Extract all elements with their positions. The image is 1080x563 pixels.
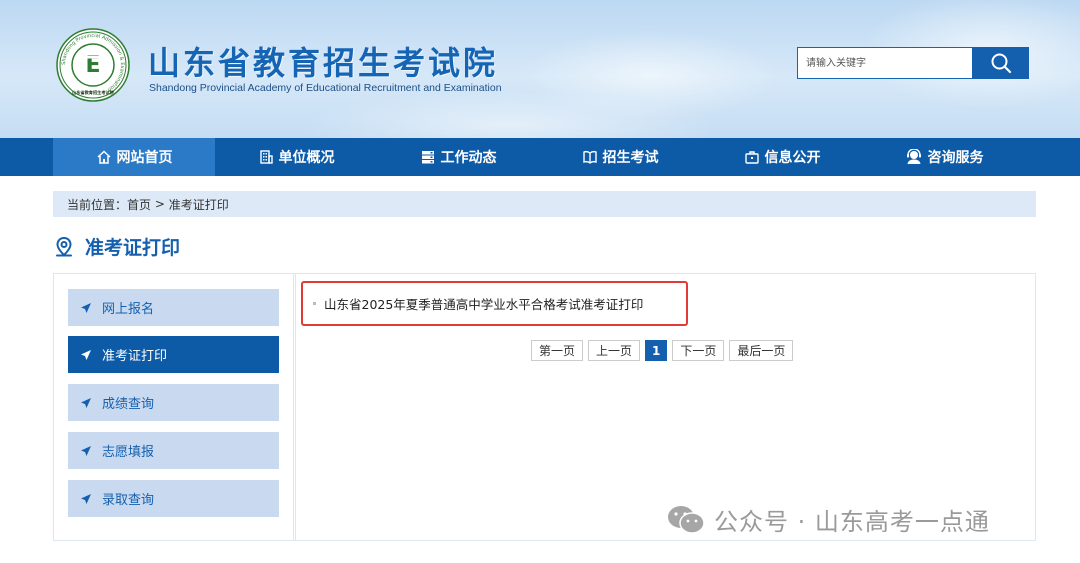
building-icon xyxy=(259,150,273,164)
book-icon xyxy=(582,151,597,164)
sidebar-item-scores[interactable]: 成绩查询 xyxy=(68,384,279,421)
wechat-icon xyxy=(668,505,705,534)
sidebar-item-admission-ticket[interactable]: 准考证打印 xyxy=(68,336,279,373)
nav-item-consult[interactable]: 咨询服务 xyxy=(863,138,1025,176)
navigation-arrow-icon xyxy=(81,302,91,313)
sidebar-item-label: 志愿填报 xyxy=(102,445,155,460)
main-nav: 网站首页 单位概况 工作动态 招生考试 信息公开 咨询服务 xyxy=(0,138,1080,176)
pager-current-page[interactable]: 1 xyxy=(645,340,668,361)
nav-item-home[interactable]: 网站首页 xyxy=(53,138,215,176)
server-icon xyxy=(421,151,434,164)
nav-item-exams[interactable]: 招生考试 xyxy=(539,138,701,176)
watermark-text: 公众号 · 山东高考一点通 xyxy=(714,508,990,536)
breadcrumb-separator: > xyxy=(151,197,169,211)
sidebar-item-label: 录取查询 xyxy=(102,493,155,508)
sidebar: 网上报名 准考证打印 成绩查询 志愿填报 录取查询 xyxy=(54,274,294,540)
article-list-highlight: 山东省2025年夏季普通高中学业水平合格考试准考证打印 xyxy=(301,281,688,326)
site-header: Shandong Provincial Admission & Examinat… xyxy=(0,0,1080,138)
content-box: 网上报名 准考证打印 成绩查询 志愿填报 录取查询 山东省2025年夏季普通高中… xyxy=(53,273,1036,541)
pager-first-button[interactable]: 第一页 xyxy=(531,340,584,361)
sidebar-item-label: 准考证打印 xyxy=(102,349,168,364)
search-button[interactable] xyxy=(972,47,1029,79)
briefcase-icon xyxy=(744,151,759,164)
breadcrumb-home-link[interactable]: 首页 xyxy=(127,196,151,213)
sidebar-item-admission-results[interactable]: 录取查询 xyxy=(68,480,279,517)
academy-logo-emblem[interactable]: Shandong Provincial Admission & Examinat… xyxy=(56,28,130,102)
nav-item-label: 单位概况 xyxy=(278,150,335,166)
nav-item-label: 信息公开 xyxy=(764,150,821,166)
pagination: 第一页 上一页 1 下一页 最后一页 xyxy=(531,340,794,361)
navigation-arrow-icon xyxy=(81,445,91,456)
nav-item-label: 工作动态 xyxy=(440,150,497,166)
nav-item-label: 咨询服务 xyxy=(927,150,984,166)
nav-item-label: 招生考试 xyxy=(602,150,659,166)
site-title[interactable]: 山东省教育招生考试院 xyxy=(148,38,498,84)
sidebar-divider xyxy=(295,274,296,540)
wechat-watermark: 公众号 · 山东高考一点通 xyxy=(666,502,990,537)
emblem-bottom-text: 山东省教育招生考试院 xyxy=(72,89,115,96)
search-icon xyxy=(991,53,1011,74)
site-subtitle: Shandong Provincial Academy of Education… xyxy=(149,82,502,94)
main-content: 山东省2025年夏季普通高中学业水平合格考试准考证打印 第一页 上一页 1 下一… xyxy=(301,274,1035,540)
support-icon xyxy=(906,149,921,164)
sidebar-item-label: 成绩查询 xyxy=(102,397,155,412)
home-icon xyxy=(96,150,111,164)
list-bullet xyxy=(313,302,316,305)
location-pin-icon xyxy=(56,236,72,256)
navigation-arrow-icon xyxy=(81,493,91,504)
navigation-arrow-icon xyxy=(81,349,91,360)
pager-last-button[interactable]: 最后一页 xyxy=(729,340,794,361)
pager-next-button[interactable]: 下一页 xyxy=(672,340,725,361)
page-heading: 准考证打印 xyxy=(53,233,180,260)
nav-item-news[interactable]: 工作动态 xyxy=(377,138,539,176)
nav-item-about[interactable]: 单位概况 xyxy=(215,138,377,176)
nav-item-disclosure[interactable]: 信息公开 xyxy=(701,138,863,176)
sidebar-item-label: 网上报名 xyxy=(102,302,155,317)
breadcrumb-prefix: 当前位置： xyxy=(67,197,128,212)
sidebar-item-registration[interactable]: 网上报名 xyxy=(68,289,279,326)
search-input[interactable] xyxy=(797,47,973,79)
page-title: 准考证打印 xyxy=(85,237,181,259)
pager-prev-button[interactable]: 上一页 xyxy=(588,340,641,361)
sidebar-item-application[interactable]: 志愿填报 xyxy=(68,432,279,469)
article-link[interactable]: 山东省2025年夏季普通高中学业水平合格考试准考证打印 xyxy=(324,294,643,313)
nav-item-label: 网站首页 xyxy=(116,150,173,166)
breadcrumb: 当前位置： 首页 > 准考证打印 xyxy=(53,191,1036,217)
breadcrumb-current: 准考证打印 xyxy=(168,197,229,212)
search-box xyxy=(797,47,1029,79)
navigation-arrow-icon xyxy=(81,397,91,408)
